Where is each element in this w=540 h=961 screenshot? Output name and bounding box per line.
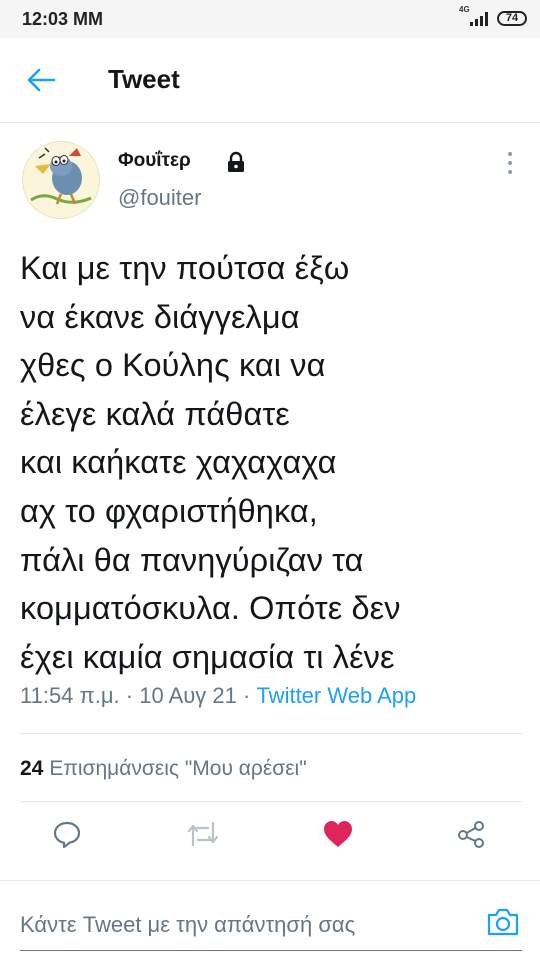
retweet-icon[interactable] [186, 819, 220, 849]
likes-summary[interactable]: 24 Επισημάνσεις "Μου αρέσει" [20, 757, 307, 781]
battery-icon: 74 [497, 11, 527, 26]
meta-separator: · [125, 683, 134, 708]
tweet-date: 10 Αυγ 21 [139, 683, 237, 708]
reply-input[interactable]: Κάντε Tweet με την απάντησή σας [20, 912, 355, 938]
more-options-icon[interactable] [505, 150, 515, 176]
divider [20, 733, 522, 734]
avatar[interactable] [22, 141, 100, 219]
tweet-meta: 11:54 π.μ. · 10 Αυγ 21 · Twitter Web App [20, 683, 416, 709]
likes-label: Επισημάνσεις "Μου αρέσει" [49, 757, 307, 780]
author-handle[interactable]: @fouiter [118, 185, 201, 211]
share-icon[interactable] [456, 819, 486, 849]
meta-separator: · [243, 683, 251, 708]
status-bar: 12:03 ΜΜ 4G 74 [0, 0, 540, 38]
divider [20, 801, 522, 802]
camera-icon[interactable] [486, 907, 520, 937]
arrow-left-icon[interactable] [26, 67, 56, 93]
lock-icon [228, 151, 244, 172]
reply-input-underline [20, 950, 522, 951]
page-title: Tweet [108, 64, 180, 94]
bird-cartoon-avatar [30, 147, 92, 205]
likes-count: 24 [20, 757, 44, 780]
reply-icon[interactable] [52, 819, 82, 849]
top-app-bar: Tweet [0, 38, 540, 123]
tweet-time: 11:54 π.μ. [20, 683, 120, 708]
status-time: 12:03 ΜΜ [22, 9, 104, 29]
signal-icon [470, 12, 488, 26]
battery-level: 74 [505, 12, 519, 24]
tweet-source-link[interactable]: Twitter Web App [256, 683, 416, 708]
author-display-name[interactable]: Φουΐτερ [118, 150, 191, 172]
tweet-text: Και με την πούτσα έξω να έκανε διάγγελμα… [20, 250, 401, 675]
reply-composer[interactable]: Κάντε Tweet με την απάντησή σας [0, 880, 540, 961]
like-icon[interactable] [322, 819, 354, 849]
